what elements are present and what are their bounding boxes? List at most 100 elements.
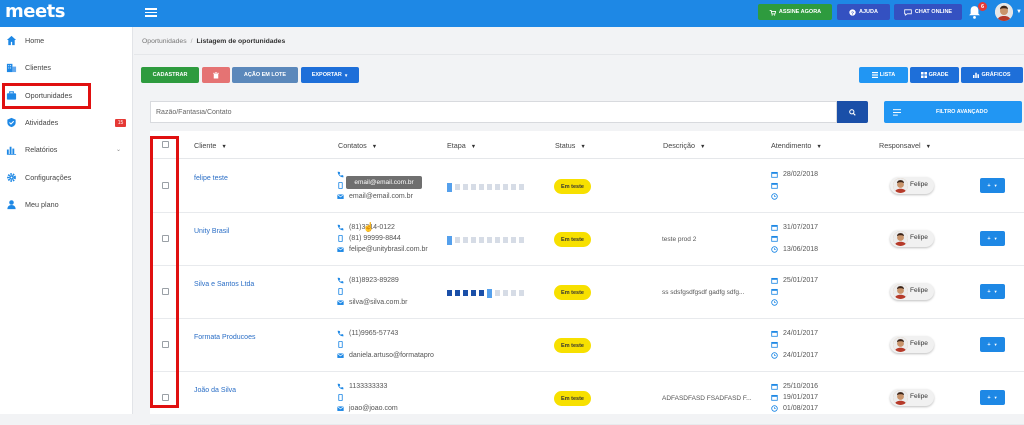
etapa-step[interactable]: [463, 184, 468, 190]
responsavel-chip[interactable]: Felipe: [890, 177, 934, 194]
etapa-step[interactable]: [479, 184, 484, 190]
table-row[interactable]: Silva e Santos Ltda (81)8923-89289 silva@s…: [150, 266, 1024, 319]
column-header-descricao[interactable]: Descrição ▼: [663, 141, 705, 150]
assine-agora-button[interactable]: ASSINE AGORA: [758, 4, 832, 20]
etapa-progress[interactable]: [447, 235, 524, 245]
table-row[interactable]: felipe teste email@email.com.br Em teste 28…: [150, 160, 1024, 213]
column-header-atendimento[interactable]: Atendimento ▼: [771, 141, 822, 150]
status-badge[interactable]: Em teste: [554, 179, 591, 194]
column-header-cliente[interactable]: Cliente ▼: [194, 141, 227, 150]
sidebar-item-home[interactable]: Home: [0, 27, 133, 54]
etapa-step[interactable]: [471, 184, 476, 190]
chat-online-button[interactable]: CHAT ONLINE: [894, 4, 962, 20]
column-header-contatos[interactable]: Contatos ▼: [338, 141, 377, 150]
cliente-link[interactable]: Silva e Santos Ltda: [194, 281, 254, 288]
etapa-step[interactable]: [447, 182, 452, 192]
etapa-step[interactable]: [495, 290, 500, 296]
etapa-step[interactable]: [495, 184, 500, 190]
sidebar-item-meu-plano[interactable]: Meu plano: [0, 191, 133, 218]
exportar-button[interactable]: EXPORTAR ▼: [301, 67, 359, 83]
cadastrar-button[interactable]: CADASTRAR: [141, 67, 199, 83]
breadcrumb-parent[interactable]: Oportunidades: [142, 38, 187, 45]
etapa-step[interactable]: [455, 184, 460, 190]
sort-caret-icon[interactable]: ▼: [372, 144, 377, 150]
atendimento-date-2: [771, 235, 783, 242]
table-row[interactable]: Formata Producoes (11)9965-57743 daniela.a…: [150, 319, 1024, 372]
search-button[interactable]: [837, 101, 868, 123]
cliente-link[interactable]: felipe teste: [194, 175, 228, 182]
cliente-link[interactable]: Unity Brasil: [194, 228, 229, 235]
app-logo[interactable]: meets: [5, 1, 66, 22]
sort-caret-icon[interactable]: ▼: [580, 144, 585, 150]
row-actions-button[interactable]: + ▼: [980, 337, 1005, 352]
row-actions-button[interactable]: + ▼: [980, 390, 1005, 405]
cliente-link[interactable]: Formata Producoes: [194, 334, 255, 341]
etapa-step[interactable]: [519, 237, 524, 243]
status-badge[interactable]: Em teste: [554, 232, 591, 247]
menu-toggle-icon[interactable]: [145, 6, 157, 18]
sidebar-item-relatorios[interactable]: Relatórios ⌄: [0, 136, 133, 163]
view-graficos-button[interactable]: GRÁFICOS: [961, 67, 1023, 83]
etapa-step[interactable]: [447, 290, 452, 296]
sort-caret-icon[interactable]: ▼: [926, 144, 931, 150]
table-row[interactable]: Unity Brasil (81)3314-0122 (81) 99999-8844…: [150, 213, 1024, 266]
etapa-step[interactable]: [479, 237, 484, 243]
etapa-step[interactable]: [511, 237, 516, 243]
filtro-avancado-button[interactable]: FILTRO AVANÇADO: [884, 101, 1022, 123]
sort-caret-icon[interactable]: ▼: [700, 144, 705, 150]
responsavel-chip[interactable]: Felipe: [890, 283, 934, 300]
user-menu-caret-icon[interactable]: ▼: [1016, 9, 1022, 15]
etapa-progress[interactable]: [447, 182, 524, 192]
acao-em-lote-button[interactable]: AÇÃO EM LOTE: [232, 67, 298, 83]
etapa-step[interactable]: [463, 237, 468, 243]
sidebar-item-atividades[interactable]: Atividades 15: [0, 109, 133, 136]
column-header-status[interactable]: Status ▼: [555, 141, 586, 150]
ajuda-button[interactable]: ? AJUDA: [837, 4, 890, 20]
etapa-step[interactable]: [519, 184, 524, 190]
etapa-step[interactable]: [455, 237, 460, 243]
etapa-step[interactable]: [511, 184, 516, 190]
row-actions-button[interactable]: + ▼: [980, 231, 1005, 246]
view-lista-button[interactable]: LISTA: [859, 67, 908, 83]
etapa-step[interactable]: [487, 184, 492, 190]
user-avatar[interactable]: [995, 3, 1013, 21]
status-badge[interactable]: Em teste: [554, 338, 591, 353]
etapa-step[interactable]: [519, 290, 524, 296]
table-row[interactable]: João da Silva 1133333333 joao@joao.com Em t…: [150, 372, 1024, 425]
etapa-step[interactable]: [479, 290, 484, 296]
delete-button[interactable]: [202, 67, 230, 83]
etapa-step[interactable]: [503, 237, 508, 243]
sort-caret-icon[interactable]: ▼: [816, 144, 821, 150]
chevron-down-icon[interactable]: ⌄: [116, 146, 121, 153]
etapa-step[interactable]: [471, 290, 476, 296]
etapa-step[interactable]: [447, 235, 452, 245]
responsavel-chip[interactable]: Felipe: [890, 336, 934, 353]
status-badge[interactable]: Em teste: [554, 285, 591, 300]
etapa-step[interactable]: [487, 237, 492, 243]
sidebar-item-configuracoes[interactable]: Configurações: [0, 164, 133, 191]
row-actions-button[interactable]: + ▼: [980, 284, 1005, 299]
status-badge[interactable]: Em teste: [554, 391, 591, 406]
etapa-step[interactable]: [463, 290, 468, 296]
sidebar-item-clientes[interactable]: Clientes: [0, 54, 133, 81]
etapa-step[interactable]: [487, 288, 492, 298]
etapa-step[interactable]: [455, 290, 460, 296]
search-input[interactable]: [150, 101, 837, 123]
sort-caret-icon[interactable]: ▼: [471, 144, 476, 150]
row-actions-button[interactable]: + ▼: [980, 178, 1005, 193]
sort-caret-icon[interactable]: ▼: [221, 144, 226, 150]
view-grade-button[interactable]: GRADE: [910, 67, 959, 83]
responsavel-chip[interactable]: Felipe: [890, 389, 934, 406]
email-address: felipe@unitybrasil.com.br: [349, 246, 428, 253]
column-header-etapa[interactable]: Etapa ▼: [447, 141, 476, 150]
etapa-step[interactable]: [495, 237, 500, 243]
responsavel-chip[interactable]: Felipe: [890, 230, 934, 247]
etapa-step[interactable]: [503, 184, 508, 190]
etapa-progress[interactable]: [447, 288, 524, 298]
etapa-step[interactable]: [503, 290, 508, 296]
etapa-step[interactable]: [511, 290, 516, 296]
contact-email: daniela.artuso@formatapro: [337, 352, 434, 359]
cliente-link[interactable]: João da Silva: [194, 387, 236, 394]
etapa-step[interactable]: [471, 237, 476, 243]
column-header-responsavel[interactable]: Responsavel ▼: [879, 141, 931, 150]
